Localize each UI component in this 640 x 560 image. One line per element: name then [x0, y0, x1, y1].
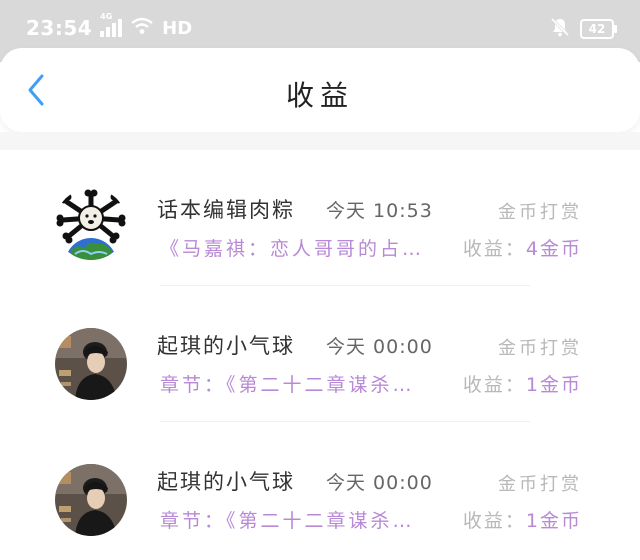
status-time: 23:54 — [26, 16, 93, 40]
battery-icon: 42 — [580, 19, 617, 39]
network-type: 4G — [100, 12, 113, 21]
navigation-bar: 收益 — [0, 48, 640, 132]
list-item[interactable]: 话本编辑肉粽 今天 10:53 金币打赏 《马嘉祺：恋人哥哥的占… 收益：4金币 — [0, 150, 640, 286]
earnings: 收益：1金币 — [463, 506, 582, 533]
page-title: 收益 — [285, 79, 354, 112]
cartoon-avatar-image — [55, 188, 127, 260]
item-time: 今天 10:53 — [326, 200, 433, 222]
section-gap — [0, 132, 640, 150]
earnings-value: 1金币 — [525, 374, 582, 396]
reward-type: 金币打赏 — [498, 474, 582, 495]
avatar[interactable] — [55, 188, 127, 260]
earnings-value: 1金币 — [525, 510, 582, 532]
signal-icon: 4G — [100, 12, 123, 37]
sender-name: 起琪的小气球 — [157, 334, 295, 358]
earnings-label: 收益： — [462, 238, 526, 260]
earnings-list: 话本编辑肉粽 今天 10:53 金币打赏 《马嘉祺：恋人哥哥的占… 收益：4金币… — [0, 150, 640, 558]
hd-indicator: HD — [162, 17, 193, 39]
sender-name: 起琪的小气球 — [157, 470, 295, 494]
earnings-value: 4金币 — [525, 238, 582, 260]
mute-icon — [550, 17, 570, 41]
earnings: 收益：1金币 — [463, 370, 582, 397]
item-description[interactable]: 章节：《第二十二章谋杀… — [160, 370, 452, 397]
list-item[interactable]: 起琪的小气球 今天 00:00 金币打赏 章节：《第二十二章谋杀… 收益：1金币 — [0, 422, 640, 558]
list-item[interactable]: 起琪的小气球 今天 00:00 金币打赏 章节：《第二十二章谋杀… 收益：1金币 — [0, 286, 640, 422]
status-left: 23:54 4G HD — [26, 12, 193, 40]
item-description[interactable]: 章节：《第二十二章谋杀… — [160, 506, 452, 533]
avatar[interactable] — [55, 328, 127, 400]
earnings-label: 收益： — [462, 374, 526, 396]
reward-type: 金币打赏 — [498, 338, 582, 359]
earnings: 收益：4金币 — [463, 234, 582, 261]
status-right: 42 — [550, 17, 617, 41]
sender-name: 话本编辑肉粽 — [157, 198, 295, 222]
earnings-label: 收益： — [462, 510, 526, 532]
item-time: 今天 00:00 — [326, 472, 433, 494]
item-description[interactable]: 《马嘉祺：恋人哥哥的占… — [160, 234, 452, 261]
photo-avatar-image — [55, 328, 127, 400]
item-time: 今天 00:00 — [326, 336, 433, 358]
photo-avatar-image — [55, 464, 127, 536]
wifi-icon — [130, 17, 154, 39]
avatar[interactable] — [55, 464, 127, 536]
reward-type: 金币打赏 — [498, 202, 582, 223]
